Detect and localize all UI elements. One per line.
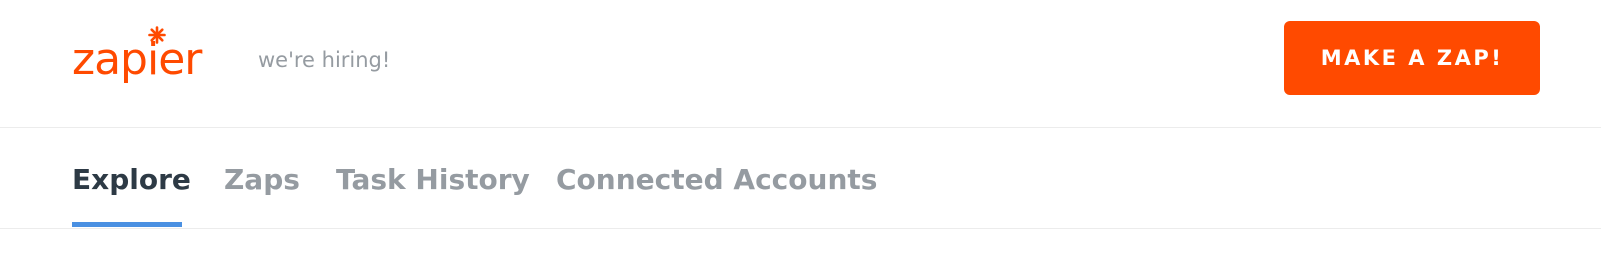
tab-explore[interactable]: Explore [72, 128, 191, 228]
tab-task-history[interactable]: Task History [336, 128, 530, 228]
make-a-zap-button[interactable]: MAKE A ZAP! [1284, 21, 1540, 95]
zapier-logo[interactable]: zapier [72, 26, 222, 96]
top-header: zapier we're hiring! MAKE A ZAP! [0, 0, 1601, 128]
tab-zaps[interactable]: Zaps [224, 128, 300, 228]
active-tab-indicator [72, 222, 182, 227]
logo-wordmark: zapier [72, 34, 202, 85]
hiring-link[interactable]: we're hiring! [258, 45, 390, 75]
asterisk-icon [148, 26, 166, 44]
main-nav: Explore Zaps Task History Connected Acco… [0, 128, 1601, 229]
tab-connected-accounts[interactable]: Connected Accounts [556, 128, 877, 228]
